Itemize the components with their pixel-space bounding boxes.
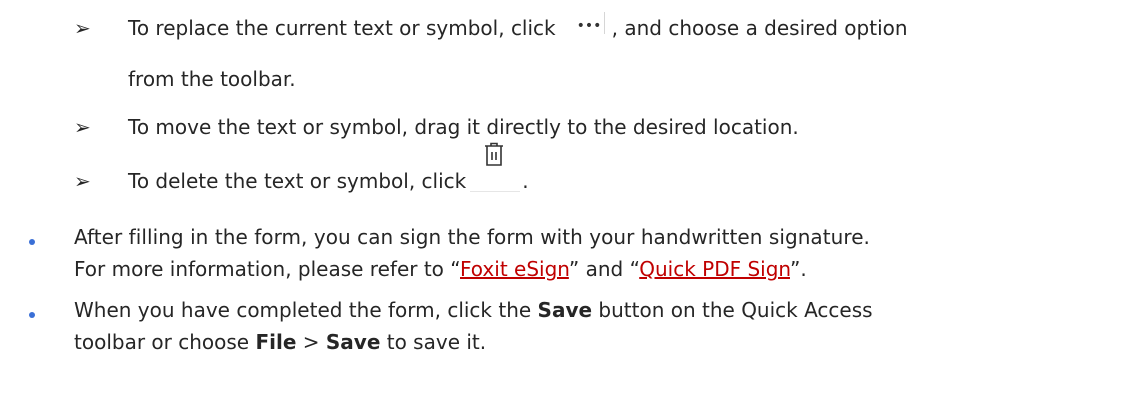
paragraph-text: button on the Quick Access [592,298,873,322]
paragraph-text: When you have completed the form, click … [74,298,538,322]
paragraph-text: to save it. [380,330,487,354]
foxit-esign-link[interactable]: Foxit eSign [460,257,569,281]
quick-pdf-sign-link[interactable]: Quick PDF Sign [639,257,790,281]
sub-item-text: To replace the current text or symbol, c… [128,16,556,40]
arrow-bullet-icon: ➢ [74,16,91,40]
sub-item-move: To move the text or symbol, drag it dire… [128,115,799,139]
paragraph-text: For more information, please refer to “ [74,257,461,281]
save-term: Save [325,330,381,354]
sub-item-text: , and choose a desired option [611,16,908,40]
arrow-bullet-icon: ➢ [74,115,91,139]
paragraph-save-line2: toolbar or choose File > Save to save it… [74,330,486,354]
save-term: Save [537,298,593,322]
file-term: File [255,330,297,354]
sub-item-delete: To delete the text or symbol, click . [128,142,529,193]
sub-item-replace: To replace the current text or symbol, c… [128,12,908,40]
paragraph-sign-line2: For more information, please refer to “F… [74,257,807,281]
sub-item-continuation: from the toolbar. [128,67,296,91]
trash-icon[interactable] [466,142,522,193]
paragraph-text: > [296,330,326,354]
paragraph-text: ”. [789,257,807,281]
bullet-dot [29,312,35,318]
paragraph-text: toolbar or choose [74,330,256,354]
paragraph-text: ” and “ [568,257,640,281]
paragraph-sign-line1: After filling in the form, you can sign … [74,225,870,249]
paragraph-save-line1: When you have completed the form, click … [74,298,873,322]
arrow-bullet-icon: ➢ [74,169,91,193]
sub-item-text: To delete the text or symbol, click [128,169,467,193]
sub-item-text: . [522,169,529,193]
bullet-dot [29,239,35,245]
more-options-icon[interactable]: ••• [556,12,612,40]
